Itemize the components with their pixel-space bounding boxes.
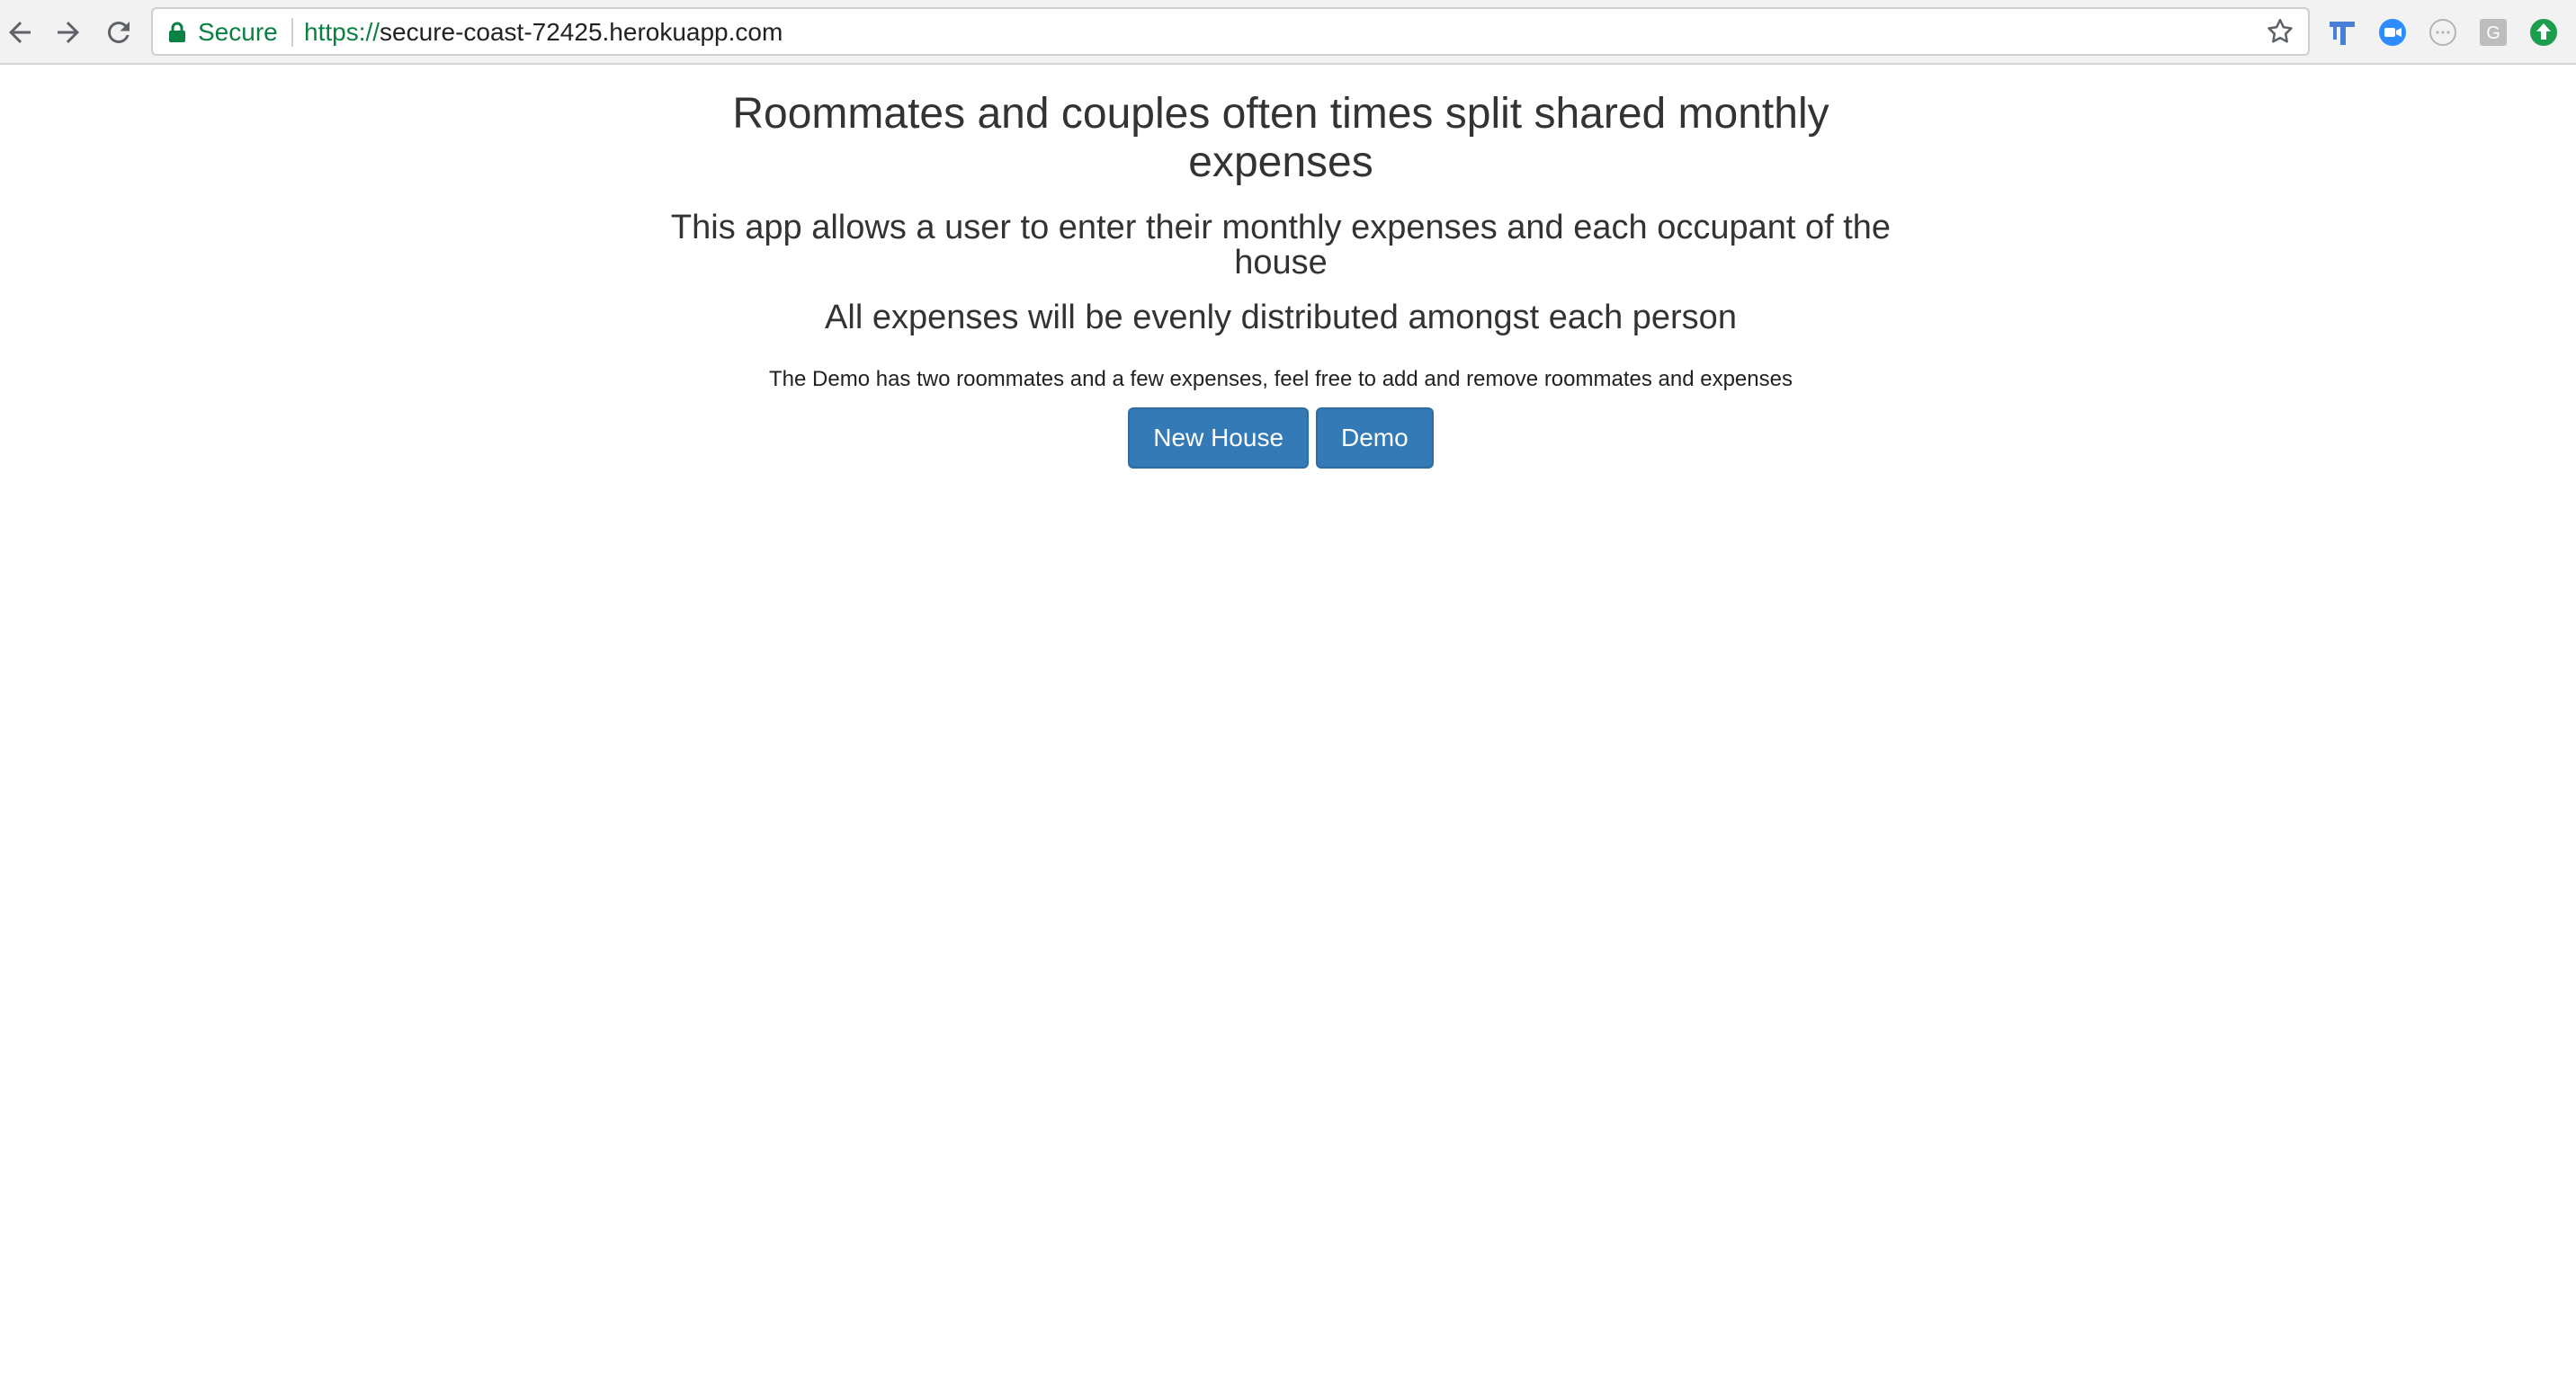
action-buttons: New House Demo	[669, 407, 1892, 469]
back-button[interactable]	[0, 13, 40, 52]
url-text[interactable]: https://secure-coast-72425.herokuapp.com	[304, 18, 783, 47]
url-divider	[291, 18, 293, 47]
g-extension-icon[interactable]: G	[2477, 16, 2509, 49]
up-arrow-extension-icon[interactable]	[2527, 16, 2560, 49]
secure-label: Secure	[198, 18, 278, 46]
demo-note: The Demo has two roommates and a few exp…	[769, 367, 1793, 391]
page-heading: Roommates and couples often times split …	[732, 90, 1829, 186]
address-bar[interactable]: Secure https://secure-coast-72425.heroku…	[151, 7, 2310, 56]
demo-button[interactable]: Demo	[1316, 407, 1434, 469]
lock-icon	[169, 22, 185, 42]
main-content: Roommates and couples often times split …	[669, 90, 1892, 469]
video-extension-icon[interactable]	[2376, 16, 2409, 49]
reload-icon	[107, 21, 130, 43]
svg-text:G: G	[2486, 23, 2500, 43]
url-host: secure-coast-72425.herokuapp.com	[380, 18, 783, 46]
url-scheme: https://	[304, 18, 380, 46]
browser-toolbar: Secure https://secure-coast-72425.heroku…	[0, 0, 2576, 65]
new-house-button[interactable]: New House	[1128, 407, 1310, 469]
distribution-note: All expenses will be evenly distributed …	[825, 299, 1737, 336]
bookmark-star-icon[interactable]	[2265, 16, 2295, 47]
app-description: This app allows a user to enter their mo…	[670, 209, 1892, 281]
t-extension-icon[interactable]	[2326, 16, 2358, 49]
arrow-left-icon	[9, 22, 31, 43]
forward-button[interactable]	[49, 13, 88, 52]
dots-extension-icon[interactable]	[2427, 16, 2459, 49]
arrow-right-icon	[58, 22, 79, 43]
reload-button[interactable]	[99, 13, 139, 52]
